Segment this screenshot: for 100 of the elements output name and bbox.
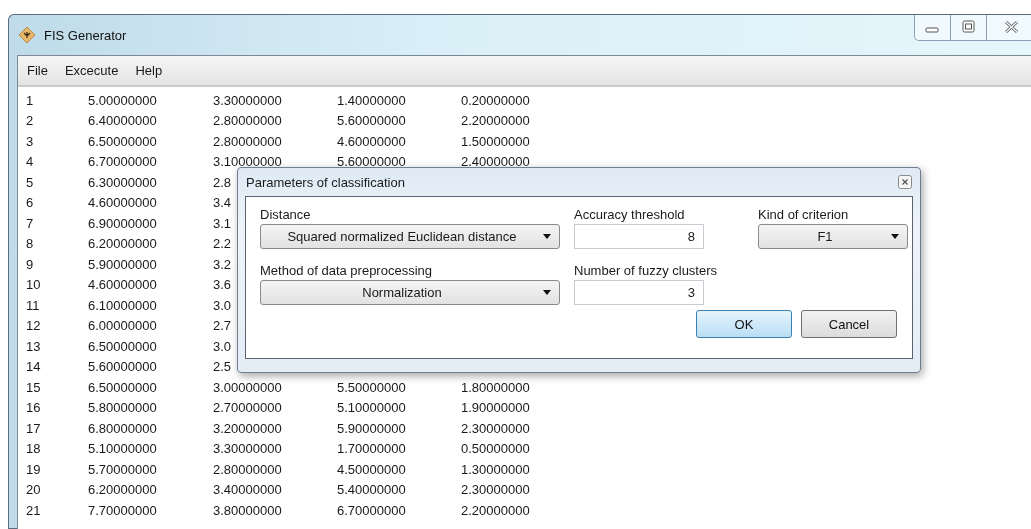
row-number: 3 [26, 133, 34, 149]
table-cell: 2.5 [213, 359, 232, 375]
cancel-button[interactable]: Cancel [801, 310, 897, 338]
table-cell: 5.90000000 [337, 420, 406, 436]
table-cell: 2.7 [213, 318, 232, 334]
table-cell: 6.90000000 [88, 215, 157, 231]
table-cell: 5.00000000 [88, 92, 157, 108]
table-cell: 6.30000000 [88, 174, 157, 190]
table-cell: 6.50000000 [88, 338, 157, 354]
table-cell: 2.80000000 [213, 461, 282, 477]
row-number: 1 [26, 92, 34, 108]
table-cell: 5.70000000 [88, 461, 157, 477]
app-logo-icon [18, 26, 36, 44]
row-number: 13 [26, 338, 41, 354]
field-label: Number of fuzzy clusters [574, 263, 719, 278]
input-field[interactable]: 8 [574, 224, 704, 249]
table-cell: 3.4 [213, 195, 232, 211]
caret-icon [543, 290, 551, 295]
caret-icon [543, 234, 551, 239]
table-cell: 5.10000000 [337, 400, 406, 416]
input-field[interactable]: 3 [574, 280, 704, 305]
table-cell: 6.00000000 [88, 318, 157, 334]
dropdown[interactable]: Normalization [260, 280, 560, 305]
table-cell: 5.90000000 [88, 256, 157, 272]
table-cell: 2.20000000 [461, 113, 530, 129]
dialog-title: Parameters of classification [246, 174, 405, 190]
table-cell: 2.80000000 [213, 113, 282, 129]
close-icon[interactable] [898, 175, 912, 189]
row-number: 21 [26, 502, 41, 518]
table-cell: 6.10000000 [88, 297, 157, 313]
table-cell: 1.50000000 [461, 133, 530, 149]
table-cell: 1.40000000 [337, 92, 406, 108]
table-cell: 6.40000000 [88, 113, 157, 129]
table-cell: 5.60000000 [337, 113, 406, 129]
table-cell: 3.30000000 [213, 92, 282, 108]
table-cell: 2.70000000 [213, 400, 282, 416]
table-cell: 3.40000000 [213, 482, 282, 498]
table-cell: 6.20000000 [88, 236, 157, 252]
field-label: Kind of criterion [758, 207, 850, 222]
table-cell: 1.30000000 [461, 461, 530, 477]
table-cell: 4.60000000 [337, 133, 406, 149]
table-cell: 3.30000000 [213, 441, 282, 457]
row-number: 5 [26, 174, 34, 190]
row-number: 16 [26, 400, 41, 416]
table-cell: 5.40000000 [337, 482, 406, 498]
row-number: 17 [26, 420, 41, 436]
table-cell: 2.40000000 [461, 154, 530, 170]
table-cell: 2.30000000 [461, 420, 530, 436]
row-number: 15 [26, 379, 41, 395]
row-number: 10 [26, 277, 41, 293]
table-cell: 2.8 [213, 174, 232, 190]
table-cell: 1.70000000 [337, 441, 406, 457]
table-cell: 5.50000000 [337, 379, 406, 395]
dropdown[interactable]: F1 [758, 224, 908, 249]
table-cell: 6.70000000 [88, 154, 157, 170]
caret-icon [891, 234, 899, 239]
table-cell: 6.70000000 [337, 502, 406, 518]
dropdown[interactable]: Squared normalized Euclidean distance [260, 224, 560, 249]
table-cell: 2.2 [213, 236, 232, 252]
table-cell: 5.80000000 [88, 400, 157, 416]
row-number: 8 [26, 236, 34, 252]
table-cell: 3.00000000 [213, 379, 282, 395]
table-cell: 4.50000000 [337, 461, 406, 477]
ok-button[interactable]: OK [696, 310, 792, 338]
row-number: 9 [26, 256, 34, 272]
row-number: 2 [26, 113, 34, 129]
table-cell: 5.10000000 [88, 441, 157, 457]
table-cell: 0.20000000 [461, 92, 530, 108]
row-number: 7 [26, 215, 34, 231]
row-number: 12 [26, 318, 41, 334]
field-label: Distance [260, 207, 312, 222]
table-cell: 3.10000000 [213, 154, 282, 170]
menu-item[interactable]: File [27, 63, 48, 78]
menu-item[interactable]: Help [135, 63, 163, 78]
table-cell: 4.60000000 [88, 195, 157, 211]
table-cell: 3.0 [213, 297, 232, 313]
table-cell: 3.2 [213, 256, 232, 272]
table-cell: 2.80000000 [213, 133, 282, 149]
field-label: Accuracy threshold [574, 207, 686, 222]
window-title: FIS Generator [44, 27, 127, 43]
table-cell: 1.90000000 [461, 400, 530, 416]
row-number: 18 [26, 441, 41, 457]
table-cell: 3.80000000 [213, 502, 282, 518]
row-number: 20 [26, 482, 41, 498]
table-cell: 4.60000000 [88, 277, 157, 293]
table-cell: 6.80000000 [88, 420, 157, 436]
row-number: 4 [26, 154, 34, 170]
row-number: 19 [26, 461, 41, 477]
table-cell: 7.70000000 [88, 502, 157, 518]
table-cell: 0.50000000 [461, 441, 530, 457]
table-cell: 6.50000000 [88, 379, 157, 395]
table-cell: 3.1 [213, 215, 232, 231]
row-number: 11 [26, 297, 40, 313]
table-cell: 2.20000000 [461, 502, 530, 518]
menu-item[interactable]: Excecute [64, 63, 119, 78]
table-cell: 6.50000000 [88, 133, 157, 149]
table-cell: 3.6 [213, 277, 232, 293]
table-cell: 6.20000000 [88, 482, 157, 498]
table-cell: 3.20000000 [213, 420, 282, 436]
table-cell: 3.0 [213, 338, 232, 354]
